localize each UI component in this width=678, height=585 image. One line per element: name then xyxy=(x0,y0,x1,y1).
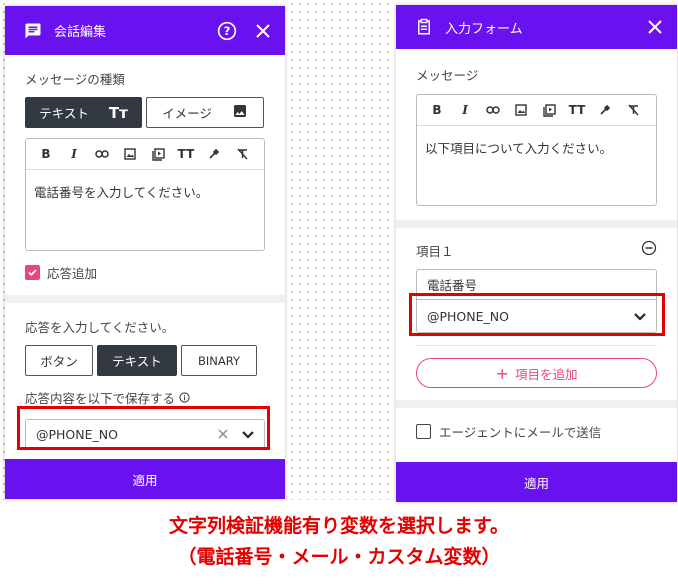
panel-header: 会話編集 ? xyxy=(5,6,285,55)
editor-text: 電話番号を入力してください。 xyxy=(34,185,209,200)
bold-icon[interactable]: B xyxy=(423,103,451,117)
close-icon[interactable] xyxy=(255,23,271,39)
item-label: 項目１ xyxy=(416,243,454,259)
save-as-label: 応答内容を以下で保存する xyxy=(25,391,176,406)
highlight-box xyxy=(409,293,665,336)
clear-format-icon[interactable] xyxy=(228,148,256,160)
input-form-panel: 入力フォーム メッセージ B I TT 以下項目について入力ください。 項目１ xyxy=(396,5,677,502)
editor-toolbar: B I TT xyxy=(26,139,264,170)
text-size-icon[interactable]: TT xyxy=(563,103,591,117)
info-icon xyxy=(179,388,190,407)
caption-line-1: 文字列検証機能有り変数を選択します。 xyxy=(168,515,510,537)
chat-icon xyxy=(24,22,42,40)
link-icon[interactable] xyxy=(479,106,507,114)
tab-image-label: イメージ xyxy=(162,106,212,121)
apply-button[interactable]: 適用 xyxy=(396,462,677,502)
apply-button[interactable]: 適用 xyxy=(5,459,285,499)
message-editor[interactable]: B I TT 電話番号を入力してください。 xyxy=(25,138,265,251)
tab-text[interactable]: テキスト Tт xyxy=(25,97,142,128)
panel-header: 入力フォーム xyxy=(396,5,677,49)
italic-icon[interactable]: I xyxy=(451,103,479,117)
response-type-binary[interactable]: BINARY xyxy=(181,345,257,376)
add-item-button[interactable]: + 項目を追加 xyxy=(416,358,657,388)
item-divider xyxy=(416,345,657,346)
bold-icon[interactable]: B xyxy=(32,147,60,161)
caption-line-2: （電話番号・メール・カスタム変数） xyxy=(177,546,501,568)
editor-toolbar: B I TT xyxy=(417,95,656,126)
add-response-label: 応答追加 xyxy=(47,266,98,281)
color-picker-icon[interactable] xyxy=(591,104,619,116)
section-divider xyxy=(5,295,285,303)
image-icon xyxy=(232,103,248,122)
email-agent-label: エージェントにメールで送信 xyxy=(439,425,602,440)
response-type-text[interactable]: テキスト xyxy=(97,345,177,376)
email-agent-row[interactable]: エージェントにメールで送信 xyxy=(396,408,677,441)
text-size-icon: Tт xyxy=(108,103,128,122)
panel-title: 会話編集 xyxy=(54,25,107,40)
add-item-label: 項目を追加 xyxy=(514,366,578,382)
highlight-box xyxy=(17,406,270,450)
color-picker-icon[interactable] xyxy=(200,148,228,160)
editor-text: 以下項目について入力ください。 xyxy=(425,141,613,156)
remove-item-icon[interactable] xyxy=(641,240,657,260)
tab-text-label: テキスト xyxy=(39,106,89,121)
response-prompt-label: 応答を入力してください。 xyxy=(25,320,175,335)
video-icon[interactable] xyxy=(535,103,563,117)
checkbox-unchecked-icon[interactable] xyxy=(416,424,431,439)
message-label: メッセージ xyxy=(416,68,479,83)
italic-icon[interactable]: I xyxy=(60,147,88,161)
link-icon[interactable] xyxy=(88,150,116,158)
video-icon[interactable] xyxy=(144,147,172,161)
image-icon[interactable] xyxy=(507,104,535,116)
image-icon[interactable] xyxy=(116,148,144,160)
add-response-checkbox-row[interactable]: 応答追加 xyxy=(25,263,265,282)
close-icon[interactable] xyxy=(647,19,663,35)
checkbox-checked-icon[interactable] xyxy=(25,265,40,280)
plus-icon: + xyxy=(495,363,509,383)
clipboard-icon xyxy=(415,18,433,36)
tab-image[interactable]: イメージ xyxy=(146,97,264,128)
section-divider xyxy=(396,220,677,228)
text-size-icon[interactable]: TT xyxy=(172,147,200,161)
section-divider xyxy=(396,400,677,408)
message-editor[interactable]: B I TT 以下項目について入力ください。 xyxy=(416,94,657,206)
response-type-button[interactable]: ボタン xyxy=(25,345,93,376)
svg-text:?: ? xyxy=(224,24,231,38)
panel-title: 入力フォーム xyxy=(445,21,523,37)
message-type-label: メッセージの種類 xyxy=(25,72,125,87)
clear-format-icon[interactable] xyxy=(619,104,647,116)
canvas-dot-grid xyxy=(288,0,392,500)
help-icon[interactable]: ? xyxy=(217,21,237,41)
